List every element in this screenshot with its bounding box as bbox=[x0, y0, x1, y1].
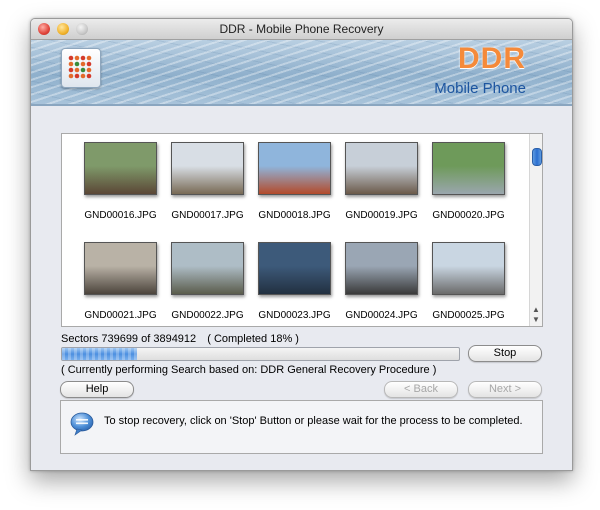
header-banner: DDR Mobile Phone bbox=[31, 40, 572, 106]
photo-thumbnail[interactable]: GND00025.JPG bbox=[431, 242, 506, 321]
photo-thumbnail-image bbox=[171, 242, 244, 295]
brand-logo-text: DDR bbox=[458, 42, 526, 75]
photo-filename: GND00017.JPG bbox=[171, 210, 244, 221]
speech-bubble-icon bbox=[70, 412, 94, 436]
sectors-status: Sectors 739699 of 3894912 ( Completed 18… bbox=[61, 333, 299, 345]
title-bar: DDR - Mobile Phone Recovery bbox=[31, 19, 572, 40]
photo-filename: GND00020.JPG bbox=[432, 210, 505, 221]
photo-thumbnail[interactable]: GND00017.JPG bbox=[170, 142, 245, 221]
photo-thumbnail-image bbox=[84, 142, 157, 195]
photo-thumbnail-image bbox=[345, 142, 418, 195]
sectors-count: Sectors 739699 of 3894912 bbox=[61, 333, 197, 345]
photo-thumbnail[interactable]: GND00021.JPG bbox=[83, 242, 158, 321]
app-window: DDR - Mobile Phone Recovery DDR Mobile P… bbox=[30, 18, 573, 471]
help-button[interactable]: Help bbox=[60, 381, 134, 398]
photo-thumbnail[interactable]: GND00024.JPG bbox=[344, 242, 419, 321]
app-logo-icon bbox=[61, 48, 101, 88]
current-procedure-status: ( Currently performing Search based on: … bbox=[61, 364, 437, 376]
photo-thumbnail-image bbox=[432, 242, 505, 295]
photo-filename: GND00016.JPG bbox=[84, 210, 157, 221]
photo-thumbnail-image bbox=[258, 142, 331, 195]
progress-fill bbox=[62, 348, 138, 360]
scroll-up-arrow-icon[interactable]: ▲ bbox=[532, 305, 540, 314]
photo-thumbnail-image bbox=[84, 242, 157, 295]
photo-thumbnail-image bbox=[171, 142, 244, 195]
recovery-progress-bar bbox=[61, 347, 460, 361]
info-message: To stop recovery, click on 'Stop' Button… bbox=[104, 415, 523, 427]
main-content: GND00016.JPG GND00017.JPG GND00018.JPG GND0… bbox=[31, 106, 572, 470]
photo-thumbnail[interactable]: GND00020.JPG bbox=[431, 142, 506, 221]
stop-button[interactable]: Stop bbox=[468, 345, 542, 362]
scrollbar-thumb[interactable] bbox=[532, 148, 542, 166]
recovered-files-panel: GND00016.JPG GND00017.JPG GND00018.JPG GND0… bbox=[61, 133, 543, 327]
photo-thumbnail-image bbox=[345, 242, 418, 295]
next-button[interactable]: Next > bbox=[468, 381, 542, 398]
photo-thumbnail[interactable]: GND00018.JPG bbox=[257, 142, 332, 221]
back-button[interactable]: < Back bbox=[384, 381, 458, 398]
photo-filename: GND00018.JPG bbox=[258, 210, 331, 221]
photo-filename: GND00025.JPG bbox=[432, 310, 505, 321]
photo-thumbnail-image bbox=[258, 242, 331, 295]
photo-thumbnail[interactable]: GND00016.JPG bbox=[83, 142, 158, 221]
vertical-scrollbar[interactable]: ▲ ▼ bbox=[529, 134, 542, 326]
photo-thumbnail[interactable]: GND00019.JPG bbox=[344, 142, 419, 221]
photo-thumbnail-image bbox=[432, 142, 505, 195]
photo-filename: GND00021.JPG bbox=[84, 310, 157, 321]
info-panel: To stop recovery, click on 'Stop' Button… bbox=[60, 400, 543, 454]
completed-percent: ( Completed 18% ) bbox=[207, 333, 299, 345]
window-title: DDR - Mobile Phone Recovery bbox=[219, 22, 384, 36]
scroll-down-arrow-icon[interactable]: ▼ bbox=[532, 315, 540, 324]
photo-thumbnail[interactable]: GND00023.JPG bbox=[257, 242, 332, 321]
photo-thumbnail[interactable]: GND00022.JPG bbox=[170, 242, 245, 321]
photo-filename: GND00022.JPG bbox=[171, 310, 244, 321]
photo-filename: GND00019.JPG bbox=[345, 210, 418, 221]
brand-subtitle: Mobile Phone bbox=[434, 80, 526, 97]
photo-filename: GND00024.JPG bbox=[345, 310, 418, 321]
photo-filename: GND00023.JPG bbox=[258, 310, 331, 321]
